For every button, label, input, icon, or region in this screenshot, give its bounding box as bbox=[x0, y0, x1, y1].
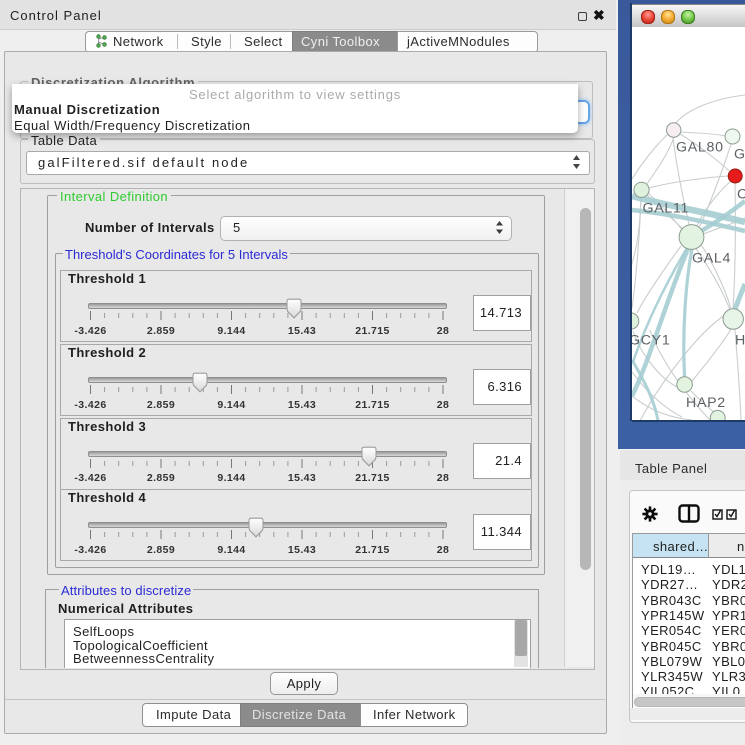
svg-text:GAL11: GAL11 bbox=[643, 201, 690, 217]
svg-text:HI: HI bbox=[735, 333, 745, 349]
svg-text:HAP2: HAP2 bbox=[686, 395, 726, 411]
svg-text:GCY1: GCY1 bbox=[632, 333, 670, 349]
svg-text:GAL80: GAL80 bbox=[676, 140, 724, 156]
svg-text:GAL4: GAL4 bbox=[692, 251, 731, 267]
svg-text:GA: GA bbox=[734, 147, 745, 163]
svg-text:CY: CY bbox=[737, 187, 745, 203]
